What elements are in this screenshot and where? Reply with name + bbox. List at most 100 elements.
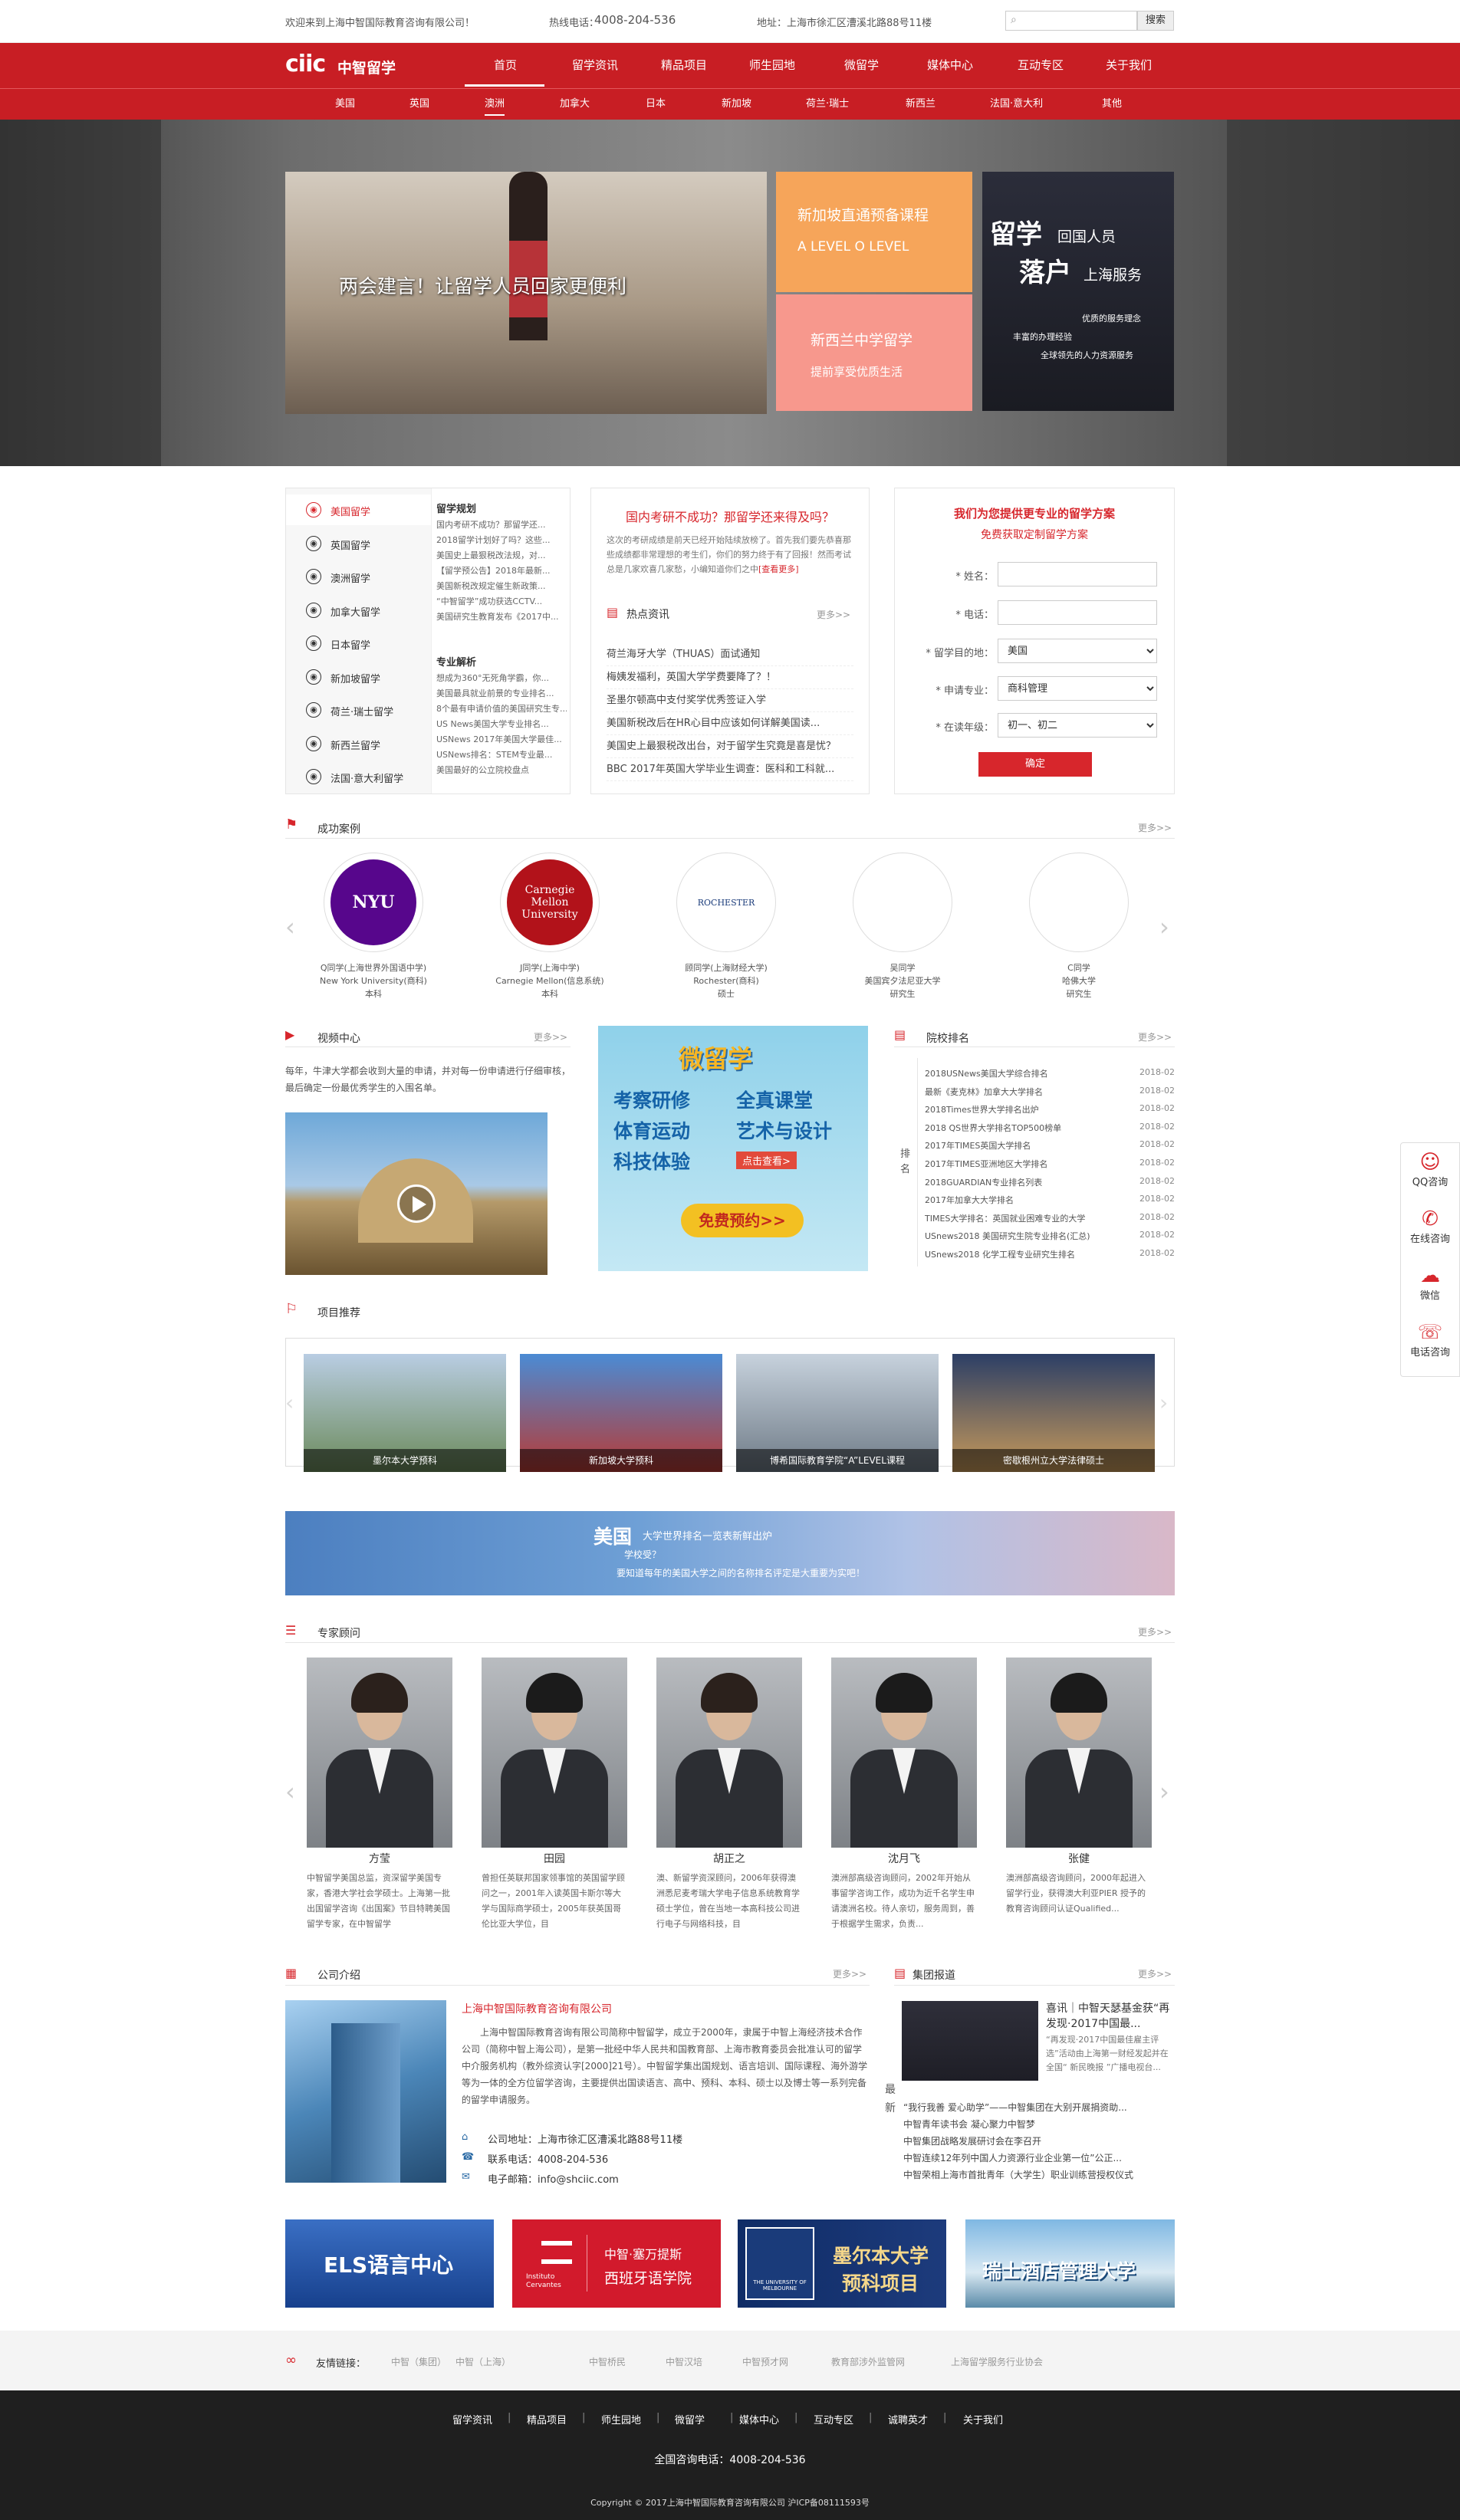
promo-card-newzealand[interactable]: 新西兰中学留学 提前享受优质生活 [776,294,972,411]
micro-cta-button[interactable]: 免费预约>> [681,1204,804,1237]
project-card[interactable]: 新加坡大学预科 [520,1354,722,1472]
friend-link[interactable]: 中智汉培 [666,2355,702,2368]
phone-input[interactable] [998,600,1157,625]
project-card[interactable]: 密歇根州立大学法律硕士 [952,1354,1155,1472]
footer-nav-item[interactable]: 师生园地 [601,2412,641,2426]
plan-list-item[interactable]: 2018留学计划好了吗？这些... [436,533,567,548]
major-list-item[interactable]: 美国最具就业前景的专业排名... [436,686,567,701]
case-logo[interactable]: Carnegie Mellon University [500,853,600,952]
video-more[interactable]: 更多>> [534,1030,567,1043]
plan-list-item[interactable]: 美国史上最狠税改法规，对... [436,548,567,563]
search-input[interactable]: ⌕ [1005,11,1137,31]
ranking-item[interactable]: 2018 QS世界大学排名TOP500榜单 2018-02 [925,1119,1175,1137]
footer-nav-item[interactable]: 精品项目 [527,2412,567,2426]
usa-ranking-banner[interactable]: 美国 大学世界排名一览表新鲜出炉 学校受？ 要知道每年的美国大学之间的名称排名评… [285,1511,1175,1595]
news-headline[interactable]: 国内考研不成功？那留学还来得及吗？ [591,507,869,525]
subnav-singapore[interactable]: 新加坡 [722,95,751,110]
search-button[interactable]: 搜索 [1137,11,1174,31]
subnav-japan[interactable]: 日本 [646,95,666,110]
group-more[interactable]: 更多>> [1138,1967,1172,1980]
footer-nav-item[interactable]: 互动专区 [814,2412,853,2426]
projects-next-arrow[interactable]: › [1159,1390,1168,1415]
country-menu-item[interactable]: ◉ 新加坡留学 [286,662,431,692]
news-list-item[interactable]: 荷兰海牙大学（THUAS）面试通知 [607,643,853,666]
read-more-link[interactable]: [查看更多] [758,564,799,574]
play-icon[interactable] [397,1184,436,1223]
group-headline[interactable]: 喜讯｜中智天瑟基金获“再发现·2017中国最... [1046,2001,1175,2032]
float-qq[interactable]: ☺ QQ咨询 [1401,1151,1459,1188]
cervantes-banner[interactable]: Instituto Cervantes 中智·塞万提斯 西班牙语学院 [512,2219,721,2308]
ranking-item[interactable]: 2017年加拿大大学排名 2018-02 [925,1191,1175,1209]
major-list-item[interactable]: 8个最有申请价值的美国研究生专... [436,701,567,717]
grade-select[interactable]: 初一、初二 [998,713,1157,738]
ranking-item[interactable]: 最新《麦克林》加拿大大学排名 2018-02 [925,1083,1175,1101]
expert-photo[interactable] [307,1658,452,1848]
friend-link[interactable]: 中智预才网 [742,2355,788,2368]
friend-link[interactable]: 中智桥民 [589,2355,626,2368]
news-list-item[interactable]: 圣墨尔顿高中支付奖学优秀签证入学 [607,689,853,712]
subnav-canada[interactable]: 加拿大 [560,95,590,110]
float-wechat[interactable]: ☁ 微信 [1401,1264,1459,1302]
subnav-newzealand[interactable]: 新西兰 [906,95,936,110]
subnav-france[interactable]: 法国·意大利 [990,95,1043,110]
country-menu-item[interactable]: ◉ 澳洲留学 [286,561,431,592]
nav-news[interactable]: 留学资讯 [572,57,618,73]
footer-nav-item[interactable]: 诚聘英才 [888,2412,928,2426]
footer-nav-item[interactable]: 关于我们 [963,2412,1003,2426]
nav-interactive[interactable]: 互动专区 [1018,57,1064,73]
ranking-item[interactable]: USnews2018 化学工程专业研究生排名 2018-02 [925,1245,1175,1263]
footer-nav-item[interactable]: 媒体中心 [739,2412,779,2426]
nav-micro[interactable]: 微留学 [844,57,879,73]
subnav-usa[interactable]: 美国 [335,95,355,110]
expert-photo[interactable] [656,1658,802,1848]
project-card[interactable]: 墨尔本大学预科 [304,1354,506,1472]
major-list-item[interactable]: 美国最好的公立院校盘点 [436,763,567,778]
subnav-uk[interactable]: 英国 [409,95,429,110]
country-menu-item[interactable]: ◉ 美国留学 [286,494,431,525]
country-menu-item[interactable]: ◉ 日本留学 [286,628,431,659]
nav-projects[interactable]: 精品项目 [661,57,707,73]
major-select[interactable]: 商科管理 [998,676,1157,701]
swiss-hotel-banner[interactable]: 瑞士酒店管理大学 [965,2219,1175,2308]
country-menu-item[interactable]: ◉ 荷兰·瑞士留学 [286,695,431,725]
ranking-item[interactable]: 2017年TIMES英国大学排名 2018-02 [925,1136,1175,1155]
country-menu-item[interactable]: ◉ 法国·意大利留学 [286,761,431,792]
plan-list-item[interactable]: 【留学预公告】2018年最新... [436,563,567,579]
friend-link[interactable]: 中智（上海） [455,2355,511,2368]
cases-prev-arrow[interactable]: ‹ [285,912,295,941]
friend-link[interactable]: 上海留学服务行业协会 [951,2355,1043,2368]
float-phone[interactable]: ☏ 电话咨询 [1401,1321,1459,1359]
footer-nav-item[interactable]: 微留学 [675,2412,705,2426]
nav-students[interactable]: 师生园地 [749,57,795,73]
news-list-item[interactable]: 梅姨发福利，英国大学学费要降了？！ [607,666,853,689]
destination-select[interactable]: 美国 [998,639,1157,663]
plan-list-item[interactable]: 美国研究生教育发布《2017中... [436,609,567,625]
case-logo[interactable] [1029,853,1129,952]
plan-list-item[interactable]: 国内考研不成功？那留学还... [436,517,567,533]
els-banner[interactable]: ELS语言中心 [285,2219,494,2308]
case-logo[interactable]: NYU [324,853,423,952]
projects-prev-arrow[interactable]: ‹ [285,1390,294,1415]
ranking-item[interactable]: USnews2018 美国研究生院专业排名(汇总) 2018-02 [925,1227,1175,1245]
major-list-item[interactable]: USNews排名：STEM专业最... [436,747,567,763]
ranking-item[interactable]: 2018Times世界大学排名出炉 2018-02 [925,1100,1175,1119]
news-list-item[interactable]: BBC 2017年英国大学毕业生调查：医科和工科就... [607,758,853,781]
cases-next-arrow[interactable]: › [1159,912,1169,941]
nav-home[interactable]: 首页 [494,57,517,73]
group-news-item[interactable]: 中智连续12年列中国人力资源行业企业第一位”公正... [903,2150,1175,2167]
news-list-item[interactable]: 美国新税改后在HR心目中应该如何详解美国读... [607,712,853,735]
plan-list-item[interactable]: 美国新税改规定催生新政策... [436,579,567,594]
project-card[interactable]: 博希国际教育学院“A”LEVEL课程 [736,1354,939,1472]
group-news-item[interactable]: “我行我善 爱心助学”——中智集团在大别开展捐资助... [903,2099,1175,2116]
micro-study-banner[interactable]: 微留学 考察研修 全真课堂 体育运动 艺术与设计 科技体验 点击查看> 免费预约… [598,1026,868,1271]
footer-nav-item[interactable]: 留学资讯 [452,2412,492,2426]
hot-news-more[interactable]: 更多>> [817,608,850,621]
major-list-item[interactable]: US News美国大学专业排名... [436,717,567,732]
subnav-other[interactable]: 其他 [1102,95,1122,110]
major-list-item[interactable]: USNews 2017年美国大学最佳... [436,732,567,747]
case-logo[interactable]: ROCHESTER [676,853,776,952]
expert-photo[interactable] [831,1658,977,1848]
about-more[interactable]: 更多>> [833,1967,866,1980]
major-list-item[interactable]: 想成为360°无死角学霸，你... [436,671,567,686]
plan-list-item[interactable]: “中智留学”成功获选CCTV... [436,594,567,609]
